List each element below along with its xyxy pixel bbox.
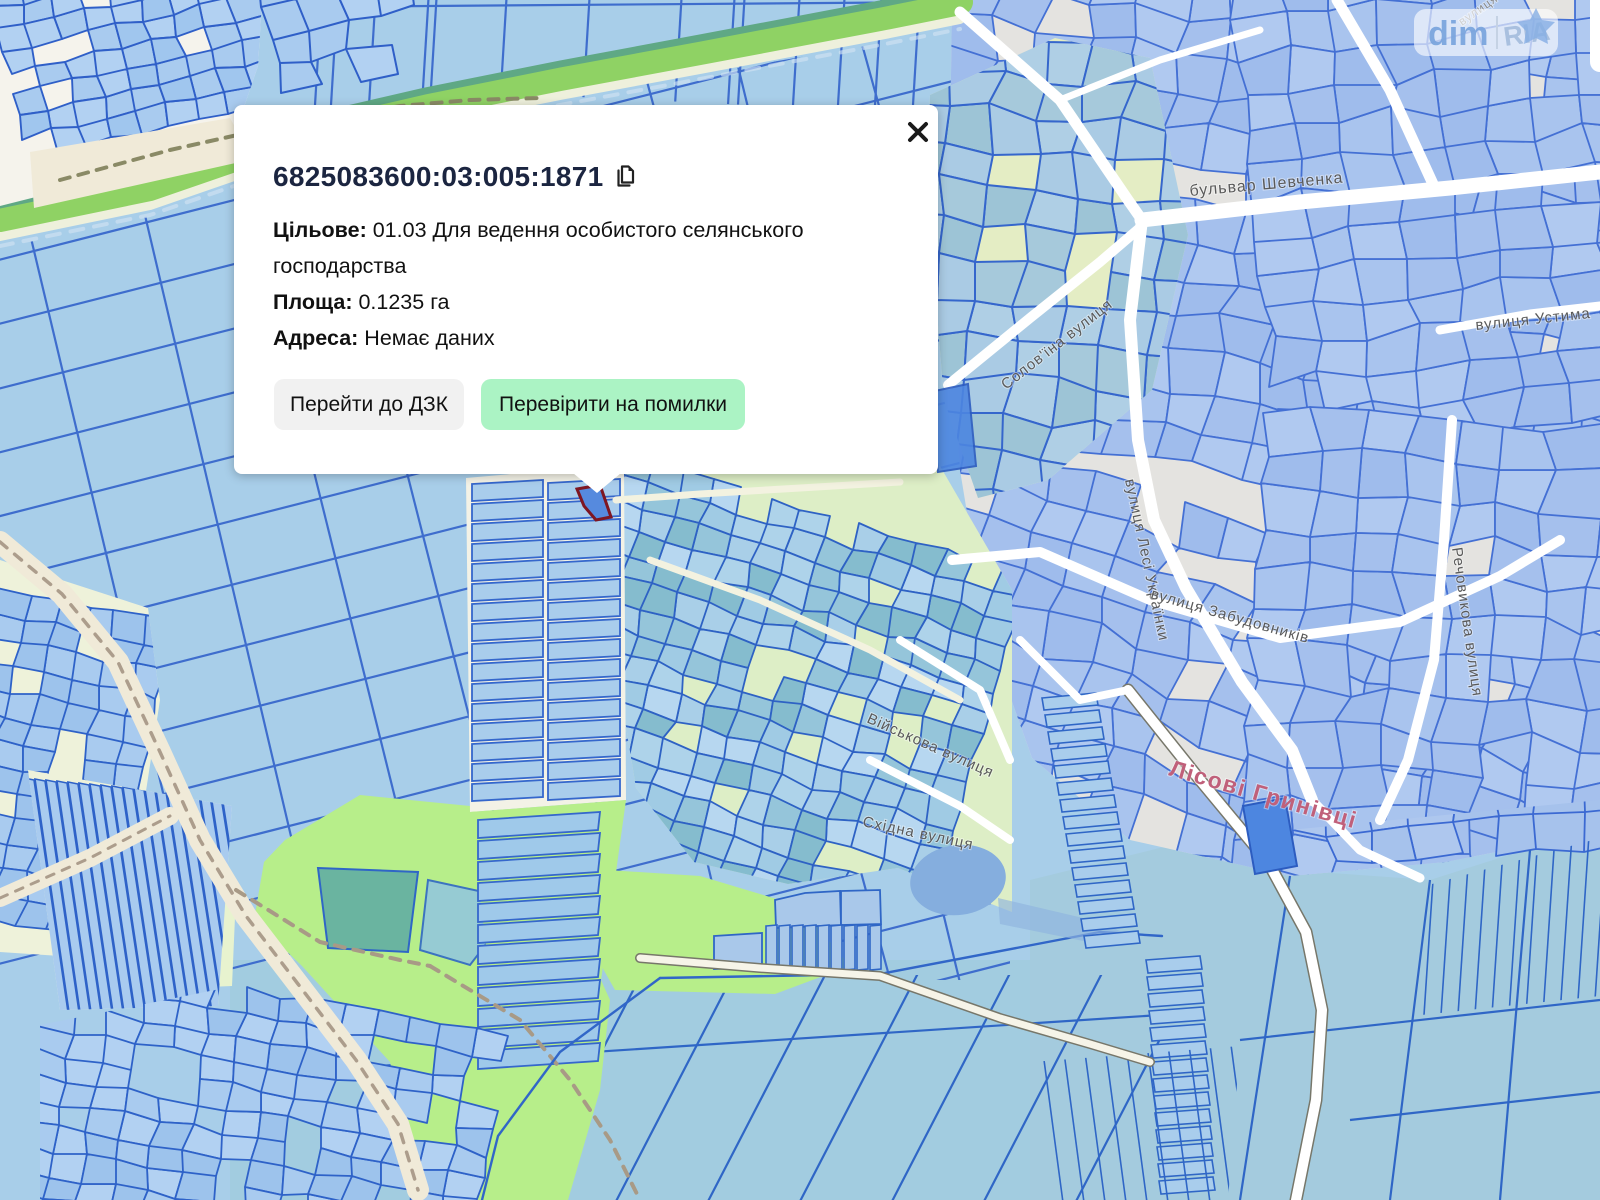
svg-text:dim: dim <box>1428 15 1488 53</box>
